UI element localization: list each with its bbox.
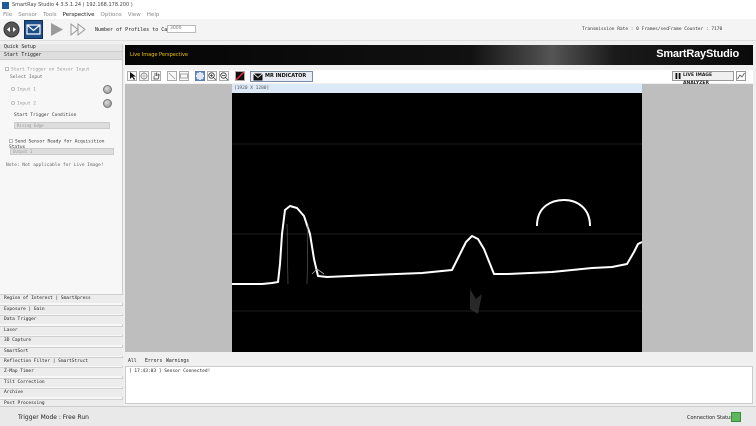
start-capture-button[interactable] — [47, 20, 66, 39]
transmission-rate: Transmission Rate : 0 Frames/sec — [582, 27, 669, 32]
window-title: SmartRay Studio 4 3.5.1.24 ( 192.168.178… — [12, 2, 133, 8]
status-bar: Trigger Mode : Free Run Connection Statu… — [0, 406, 756, 426]
live-image[interactable] — [232, 84, 643, 352]
menu-view[interactable]: View — [128, 12, 141, 18]
zoom-out-button[interactable] — [219, 71, 229, 81]
tab-all[interactable]: All — [128, 359, 137, 364]
mr-indicator-label: MR INDICATOR — [265, 73, 307, 79]
pointer-tool-button[interactable] — [127, 71, 137, 81]
perspective-title: Live Image Perspective — [130, 52, 189, 58]
line-icon — [168, 72, 176, 80]
menu-sensor[interactable]: Sensor — [18, 12, 37, 18]
radio[interactable] — [11, 87, 15, 91]
connection-status-label: Connection Status — [687, 415, 733, 421]
rectangle-tool-button[interactable] — [179, 71, 189, 81]
start-trigger-checkbox-row[interactable]: Start Trigger on Sensor Input — [5, 67, 90, 73]
frame-counter: Frame Counter : 7170 — [668, 27, 723, 32]
menu-help[interactable]: Help — [147, 12, 160, 18]
section-exposure[interactable]: Exposure | Gain — [0, 305, 123, 314]
rectangle-icon — [180, 73, 188, 79]
menu-bar: File Sensor Tools Perspective Options Vi… — [0, 10, 756, 19]
quick-setup-panel: Quick Setup Start Trigger Start Trigger … — [0, 44, 123, 408]
section-data-trigger[interactable]: Data Trigger — [0, 315, 123, 324]
mr-indicator-toggle[interactable]: MR INDICATOR — [250, 71, 313, 82]
cursor-icon — [129, 72, 136, 80]
app-logo-icon — [2, 1, 9, 9]
title-bar: SmartRay Studio 4 3.5.1.24 ( 192.168.178… — [0, 0, 756, 10]
zoom-in-button[interactable] — [207, 71, 217, 81]
section-smartsort[interactable]: SmartSort — [0, 347, 123, 356]
continuous-capture-button[interactable] — [69, 20, 88, 39]
snapshot-button[interactable] — [24, 20, 43, 39]
envelope-icon — [26, 24, 41, 35]
checkbox[interactable] — [5, 67, 9, 71]
connection-status-indicator — [731, 412, 741, 422]
start-trigger-condition-label: Start Trigger Condition — [14, 113, 77, 118]
section-roi[interactable]: Region of Interest | SmartXpress — [0, 294, 123, 303]
trigger-mode: Trigger Mode : Free Run — [18, 414, 89, 421]
radio[interactable] — [11, 101, 15, 105]
perspective-banner: Live Image Perspective SmartRayStudio — [125, 45, 753, 65]
line-chart-icon — [737, 72, 745, 80]
line-tool-button[interactable] — [167, 71, 177, 81]
log-tabs: All Errors Warnings — [125, 358, 753, 366]
fit-to-window-button[interactable] — [195, 71, 205, 81]
output-dropdown[interactable]: Output 1 — [10, 148, 114, 155]
section-reflection-filter[interactable]: Reflection Filter | SmartStruct — [0, 357, 123, 366]
chart-toggle-button[interactable] — [736, 71, 746, 81]
menu-options[interactable]: Options — [101, 12, 122, 18]
input2-status-indicator — [103, 99, 112, 108]
checkbox[interactable] — [9, 139, 13, 143]
log-entry: [ 17:43:03 ] Sensor Connected! — [129, 369, 211, 374]
laser-profile-image — [232, 143, 643, 314]
sensor-connect-button[interactable] — [2, 20, 21, 39]
fit-icon — [196, 72, 204, 80]
note-text: Note: Not applicable for Live Image! — [6, 163, 104, 168]
color-map-button[interactable] — [235, 71, 245, 81]
play-icon — [51, 23, 63, 36]
start-trigger-section[interactable]: Start Trigger — [0, 52, 122, 60]
connect-icon — [3, 21, 20, 38]
section-archive[interactable]: Archive — [0, 388, 123, 397]
section-3d-capture[interactable]: 3D Capture — [0, 336, 123, 345]
colormap-icon — [236, 72, 244, 80]
quick-setup-header: Quick Setup — [0, 44, 122, 52]
pause-icon — [675, 73, 681, 79]
log-panel[interactable]: [ 17:43:03 ] Sensor Connected! — [125, 366, 753, 404]
profiles-input[interactable]: 3000 — [167, 25, 196, 33]
select-input-label: Select Input — [10, 75, 43, 80]
input1-radio[interactable]: Input 1 — [11, 87, 36, 93]
brand-logo: SmartRayStudio — [656, 48, 739, 60]
tab-warnings[interactable]: Warnings — [166, 359, 189, 364]
image-resolution-bar: [1920 X 1280] — [232, 84, 642, 93]
crosshair-tool-button[interactable] — [139, 71, 149, 81]
menu-tools[interactable]: Tools — [43, 12, 57, 18]
envelope-icon — [253, 73, 263, 81]
input1-status-indicator — [103, 85, 112, 94]
menu-perspective[interactable]: Perspective — [63, 12, 95, 18]
view-toolbar — [125, 70, 753, 83]
section-tilt-correction[interactable]: Tilt Correction — [0, 378, 123, 387]
tab-errors[interactable]: Errors — [145, 359, 162, 364]
trigger-condition-dropdown[interactable]: Rising Edge — [14, 122, 110, 129]
zoom-out-icon — [220, 72, 228, 80]
section-laser[interactable]: Laser — [0, 326, 123, 335]
crosshair-icon — [140, 72, 148, 80]
zoom-in-icon — [208, 72, 216, 80]
input2-radio[interactable]: Input 2 — [11, 101, 36, 107]
fast-forward-icon — [70, 22, 86, 37]
hand-icon — [153, 72, 160, 80]
live-image-analyzer-button[interactable]: LIVE IMAGE ANALYZER — [672, 71, 734, 86]
section-zmap-timer[interactable]: Z-Map Timer — [0, 367, 123, 376]
toolbar: Number of Profiles to Capture 3000 Trans… — [0, 19, 756, 41]
pan-tool-button[interactable] — [151, 71, 161, 81]
menu-file[interactable]: File — [3, 12, 12, 18]
